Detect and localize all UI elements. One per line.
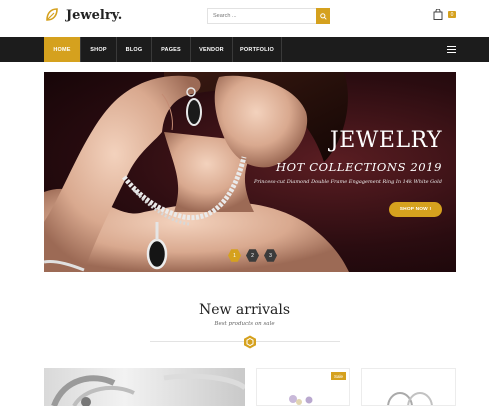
search-input[interactable] xyxy=(207,8,316,24)
nav-item-portfolio[interactable]: PORTFOLIO xyxy=(233,37,281,62)
hoop-earrings-image xyxy=(387,392,433,405)
slider-pagination: 1 2 3 xyxy=(228,249,277,262)
nav-item-shop[interactable]: SHOP xyxy=(81,37,116,62)
search-button[interactable] xyxy=(316,8,330,24)
cart-count-badge: 0 xyxy=(448,11,456,18)
hero-description: Princess-cut Diamond Double Frame Engage… xyxy=(253,179,442,185)
leaf-logo-icon xyxy=(46,8,58,21)
product-card[interactable] xyxy=(361,368,456,406)
shop-now-button[interactable]: SHOP NOW ! xyxy=(389,202,442,217)
nav-item-vendor[interactable]: VENDOR xyxy=(191,37,232,62)
nav-item-pages[interactable]: PAGES xyxy=(152,37,190,62)
logo[interactable]: Jewelry. xyxy=(44,7,122,23)
product-card[interactable]: Sale xyxy=(256,368,350,406)
main-nav: HOME SHOP BLOG PAGES VENDOR PORTFOLIO xyxy=(0,37,489,62)
section-title: New arrivals xyxy=(198,302,291,318)
slide-dot-1[interactable]: 1 xyxy=(228,249,241,262)
nav-item-home[interactable]: HOME xyxy=(44,37,80,62)
search-icon xyxy=(319,12,327,20)
slide-dot-3[interactable]: 3 xyxy=(264,249,277,262)
shopping-bag-icon xyxy=(433,9,443,20)
nav-divider xyxy=(281,37,282,62)
logo-text: Jewelry. xyxy=(66,7,123,23)
site-header: Jewelry. 0 xyxy=(0,0,489,37)
section-subtitle: Best products on sale xyxy=(214,321,275,327)
hero-title: JEWELRY xyxy=(329,128,442,153)
cart-button[interactable]: 0 xyxy=(433,9,456,20)
slide-dot-2[interactable]: 2 xyxy=(246,249,259,262)
product-banner-image[interactable] xyxy=(44,368,245,406)
hexagon-emblem-icon xyxy=(244,335,256,349)
nav-item-blog[interactable]: BLOG xyxy=(117,37,151,62)
sale-badge: Sale xyxy=(330,372,346,380)
hero-subtitle: HOT COLLECTIONS 2019 xyxy=(276,160,442,174)
menu-icon[interactable] xyxy=(447,46,456,54)
search-bar xyxy=(207,8,330,24)
bracelet-image xyxy=(51,373,245,406)
hero-slider: JEWELRY HOT COLLECTIONS 2019 Princess-cu… xyxy=(44,72,456,272)
